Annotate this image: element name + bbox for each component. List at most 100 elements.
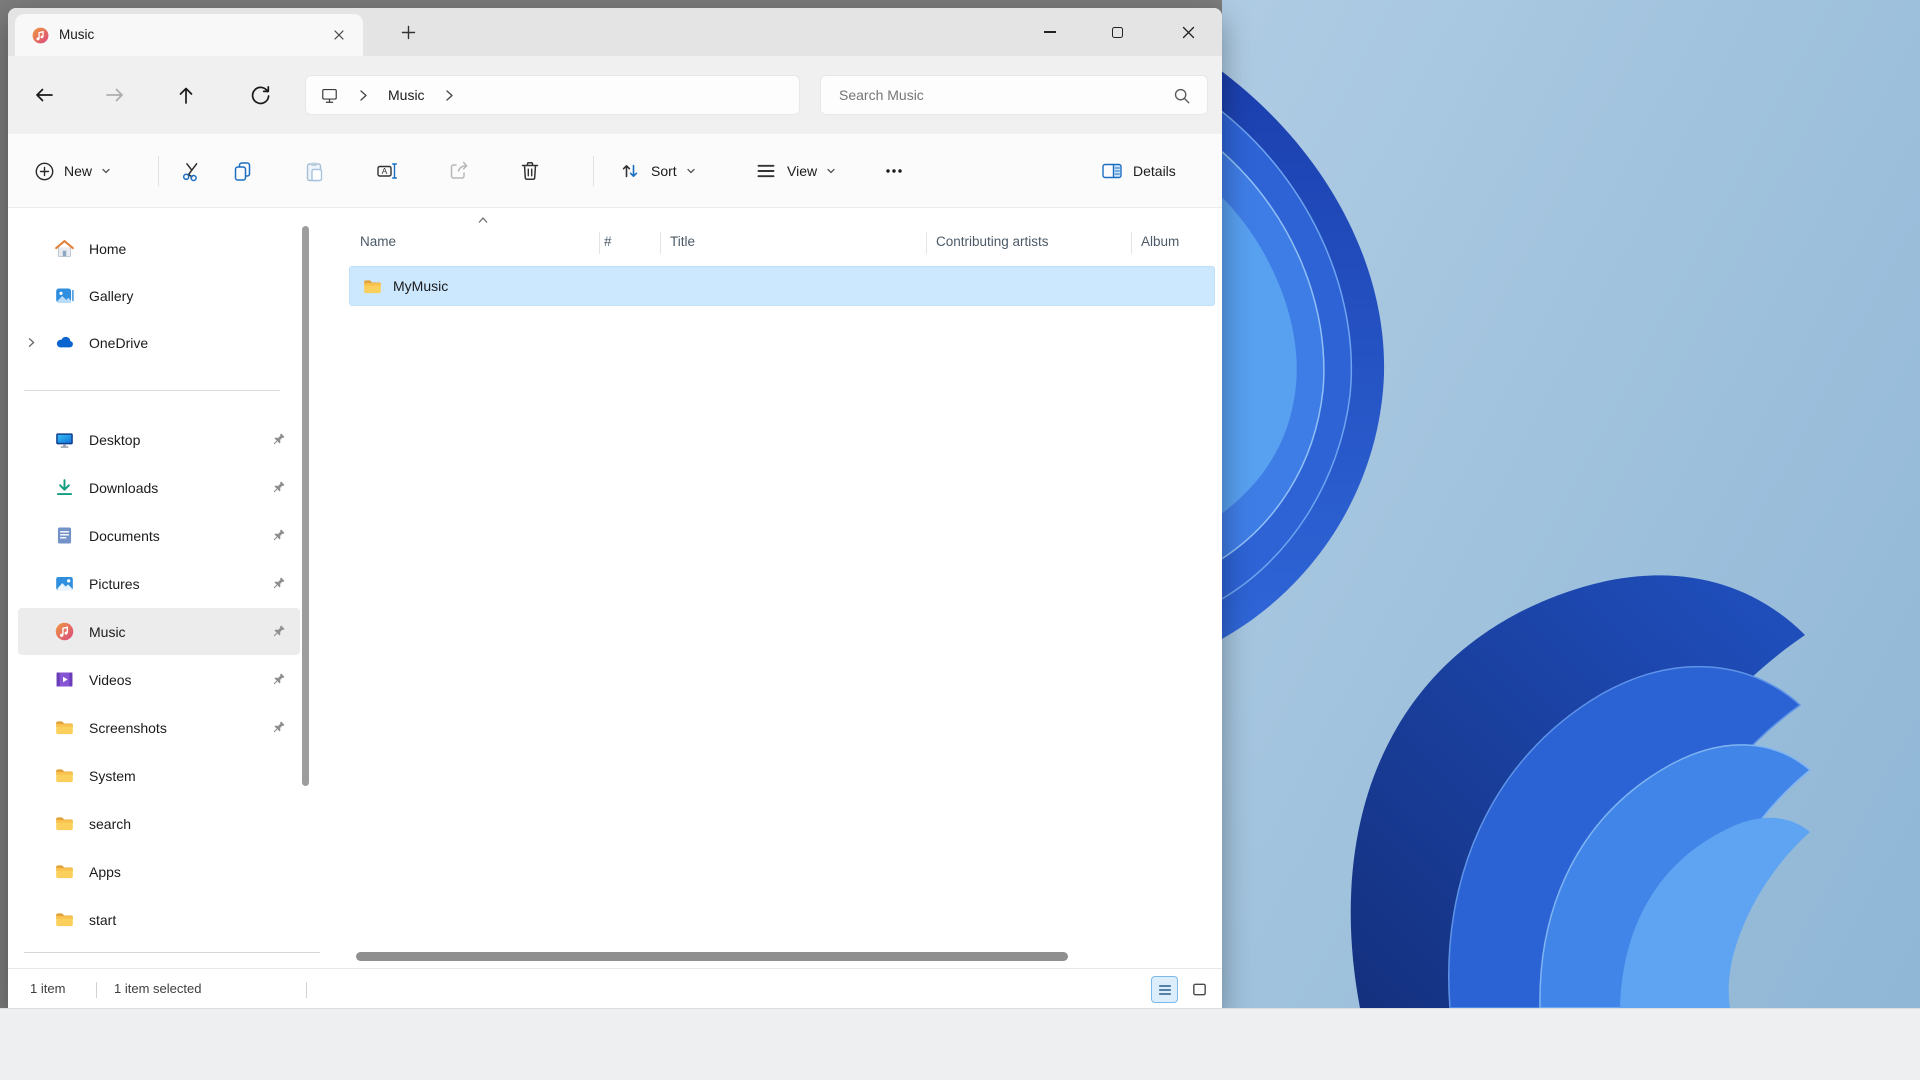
sidebar-item-gallery[interactable]: Gallery <box>18 272 300 319</box>
sidebar-item-music[interactable]: Music <box>18 608 300 655</box>
sidebar-item-label: Screenshots <box>89 719 167 736</box>
desktop: Music Music Search Music New A Sort View… <box>0 0 1920 1080</box>
sidebar-item-label: Home <box>89 240 127 257</box>
sidebar: Home Gallery OneDrive Desktop Downloads <box>8 208 354 968</box>
details-view-icon <box>1158 984 1171 995</box>
column-header-row: Name # Title Contributing artists Album <box>320 226 1222 260</box>
close-button[interactable] <box>1165 16 1211 48</box>
sidebar-item-apps[interactable]: Apps <box>18 848 300 895</box>
sidebar-scrollbar[interactable] <box>302 226 309 786</box>
column-header-number[interactable]: # <box>604 234 612 249</box>
svg-text:A: A <box>382 166 388 176</box>
tab-title: Music <box>59 27 95 42</box>
sidebar-item-label: Desktop <box>89 431 141 448</box>
forward-icon <box>106 88 123 102</box>
pin-icon <box>271 528 286 543</box>
new-plus-icon <box>35 162 54 180</box>
up-icon <box>179 87 193 104</box>
sidebar-item-label: OneDrive <box>89 334 149 351</box>
tab-close-icon[interactable] <box>333 29 345 41</box>
pictures-icon <box>54 573 75 594</box>
back-icon <box>36 88 53 102</box>
large-icons-view-toggle[interactable] <box>1186 976 1213 1003</box>
copy-button[interactable] <box>222 151 262 191</box>
folder-icon <box>54 861 75 882</box>
sidebar-item-documents[interactable]: Documents <box>18 512 300 559</box>
breadcrumb-segment-music[interactable]: Music <box>388 87 425 103</box>
new-button[interactable]: New <box>24 151 121 191</box>
paste-button[interactable] <box>294 151 334 191</box>
refresh-icon <box>251 85 270 105</box>
file-name: MyMusic <box>393 278 449 294</box>
sidebar-item-pictures[interactable]: Pictures <box>18 560 300 607</box>
column-header-name[interactable]: Name <box>360 234 396 249</box>
sidebar-item-system[interactable]: System <box>18 752 300 799</box>
sidebar-item-onedrive[interactable]: OneDrive <box>18 319 300 366</box>
search-icon[interactable] <box>1173 87 1191 105</box>
sort-label: Sort <box>651 163 677 179</box>
breadcrumb-chevron-icon[interactable] <box>445 89 454 102</box>
file-row-mymusic[interactable]: MyMusic <box>349 266 1215 306</box>
music-library-icon <box>54 621 75 642</box>
details-view-toggle[interactable] <box>1151 976 1178 1003</box>
sort-icon <box>622 164 638 178</box>
home-icon <box>54 238 75 259</box>
search-input[interactable] <box>827 77 1157 113</box>
details-pane-button[interactable]: Details <box>1090 151 1186 191</box>
breadcrumb-chevron-icon[interactable] <box>359 89 368 102</box>
forward-button[interactable] <box>97 77 133 113</box>
close-icon <box>1182 26 1194 38</box>
music-library-icon <box>31 26 50 45</box>
folder-icon <box>54 813 75 834</box>
folder-icon <box>54 909 75 930</box>
onedrive-icon <box>54 332 75 353</box>
column-separator[interactable] <box>660 232 661 254</box>
cut-button[interactable] <box>171 151 211 191</box>
column-separator[interactable] <box>599 232 600 254</box>
tab-music[interactable]: Music <box>15 14 363 56</box>
sidebar-item-search[interactable]: search <box>18 800 300 847</box>
horizontal-scrollbar[interactable] <box>356 952 1068 961</box>
sidebar-item-label: search <box>89 815 132 832</box>
sidebar-divider <box>24 390 280 391</box>
column-separator[interactable] <box>1131 232 1132 254</box>
delete-button[interactable] <box>510 151 550 191</box>
sidebar-item-label: Videos <box>89 671 132 688</box>
details-pane-icon <box>1102 163 1122 179</box>
minimize-button[interactable] <box>1027 16 1073 48</box>
toolbar-separator <box>158 156 159 186</box>
column-header-album[interactable]: Album <box>1141 234 1179 249</box>
sidebar-item-screenshots[interactable]: Screenshots <box>18 704 300 751</box>
sidebar-item-desktop[interactable]: Desktop <box>18 416 300 463</box>
column-separator[interactable] <box>926 232 927 254</box>
see-more-button[interactable] <box>874 151 914 191</box>
expand-chevron-icon[interactable] <box>26 337 37 348</box>
rename-button[interactable]: A <box>367 151 407 191</box>
share-icon <box>450 161 468 179</box>
toolbar-separator <box>593 156 594 186</box>
up-button[interactable] <box>168 77 204 113</box>
sidebar-item-start[interactable]: start <box>18 896 300 943</box>
refresh-button[interactable] <box>242 77 278 113</box>
sidebar-item-label: Gallery <box>89 287 134 304</box>
sidebar-item-label: Apps <box>89 863 121 880</box>
back-button[interactable] <box>26 77 62 113</box>
pin-icon <box>271 672 286 687</box>
sidebar-item-downloads[interactable]: Downloads <box>18 464 300 511</box>
view-button[interactable]: View <box>744 151 846 191</box>
share-button[interactable] <box>439 151 479 191</box>
sort-button[interactable]: Sort <box>608 151 706 191</box>
search-box <box>820 75 1208 115</box>
column-header-contributing-artists[interactable]: Contributing artists <box>936 234 1049 249</box>
sidebar-item-home[interactable]: Home <box>18 225 300 272</box>
view-icon <box>757 164 775 178</box>
chevron-down-icon <box>686 166 696 176</box>
sidebar-item-videos[interactable]: Videos <box>18 656 300 703</box>
sidebar-item-label: Music <box>89 623 126 640</box>
new-tab-icon[interactable] <box>401 25 416 40</box>
maximize-button[interactable] <box>1094 16 1140 48</box>
large-icons-view-icon <box>1193 983 1206 996</box>
this-pc-monitor-icon[interactable] <box>320 86 339 105</box>
rename-icon: A <box>377 163 397 179</box>
column-header-title[interactable]: Title <box>670 234 695 249</box>
